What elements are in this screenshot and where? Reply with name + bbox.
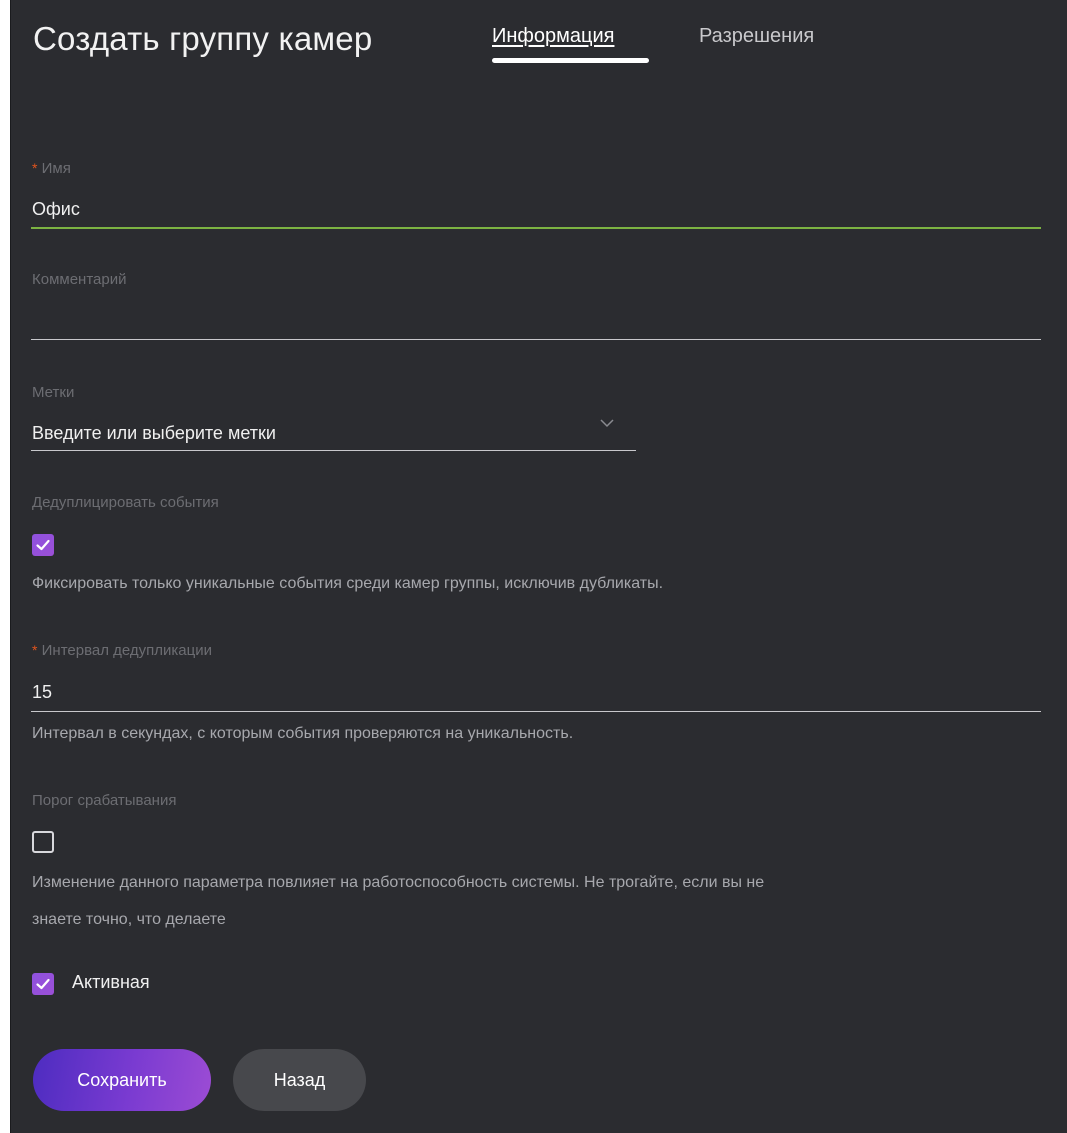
threshold-hint-line-1: Изменение данного параметра повлияет на … [32, 874, 765, 891]
dedup-interval-label-text: Интервал дедупликации [41, 642, 212, 659]
dedup-field-label: Дедуплицировать события [32, 494, 219, 511]
active-checkbox-label[interactable]: Активная [72, 972, 150, 993]
checkmark-icon [36, 539, 50, 551]
name-label-text: Имя [41, 160, 71, 177]
dedup-interval-field-label: * Интервал дедупликации [32, 642, 212, 659]
create-camera-group-panel: Создать группу камер Информация Разрешен… [10, 0, 1067, 1133]
dedup-hint: Фиксировать только уникальные события ср… [32, 575, 664, 592]
dedup-interval-hint: Интервал в секундах, с которым события п… [32, 725, 574, 742]
comment-input[interactable] [32, 305, 1032, 333]
tags-select-underline [31, 450, 636, 451]
tab-permissions[interactable]: Разрешения [699, 25, 814, 48]
dedup-checkbox[interactable] [32, 534, 54, 556]
threshold-field-label: Порог срабатывания [32, 792, 177, 809]
threshold-checkbox[interactable] [32, 831, 54, 853]
chevron-down-icon[interactable] [599, 417, 615, 429]
active-checkbox[interactable] [32, 973, 54, 995]
page-title: Создать группу камер [33, 20, 373, 57]
required-asterisk: * [32, 160, 38, 176]
tags-select[interactable]: Введите или выберите метки [32, 423, 276, 444]
checkmark-icon [36, 978, 50, 990]
tags-field-label: Метки [32, 384, 75, 401]
comment-input-underline [31, 339, 1041, 340]
required-asterisk: * [32, 642, 38, 658]
name-input-underline [31, 227, 1041, 229]
active-tab-indicator [492, 58, 649, 63]
tab-information[interactable]: Информация [492, 25, 614, 48]
name-input[interactable]: Офис [32, 199, 80, 220]
comment-field-label: Комментарий [32, 271, 127, 288]
dedup-interval-underline [31, 711, 1041, 712]
name-field-label: * Имя [32, 160, 71, 177]
dedup-interval-input[interactable]: 15 [32, 682, 52, 703]
save-button[interactable]: Сохранить [33, 1049, 211, 1111]
back-button[interactable]: Назад [233, 1049, 366, 1111]
threshold-hint-line-2: знаете точно, что делаете [32, 911, 226, 928]
